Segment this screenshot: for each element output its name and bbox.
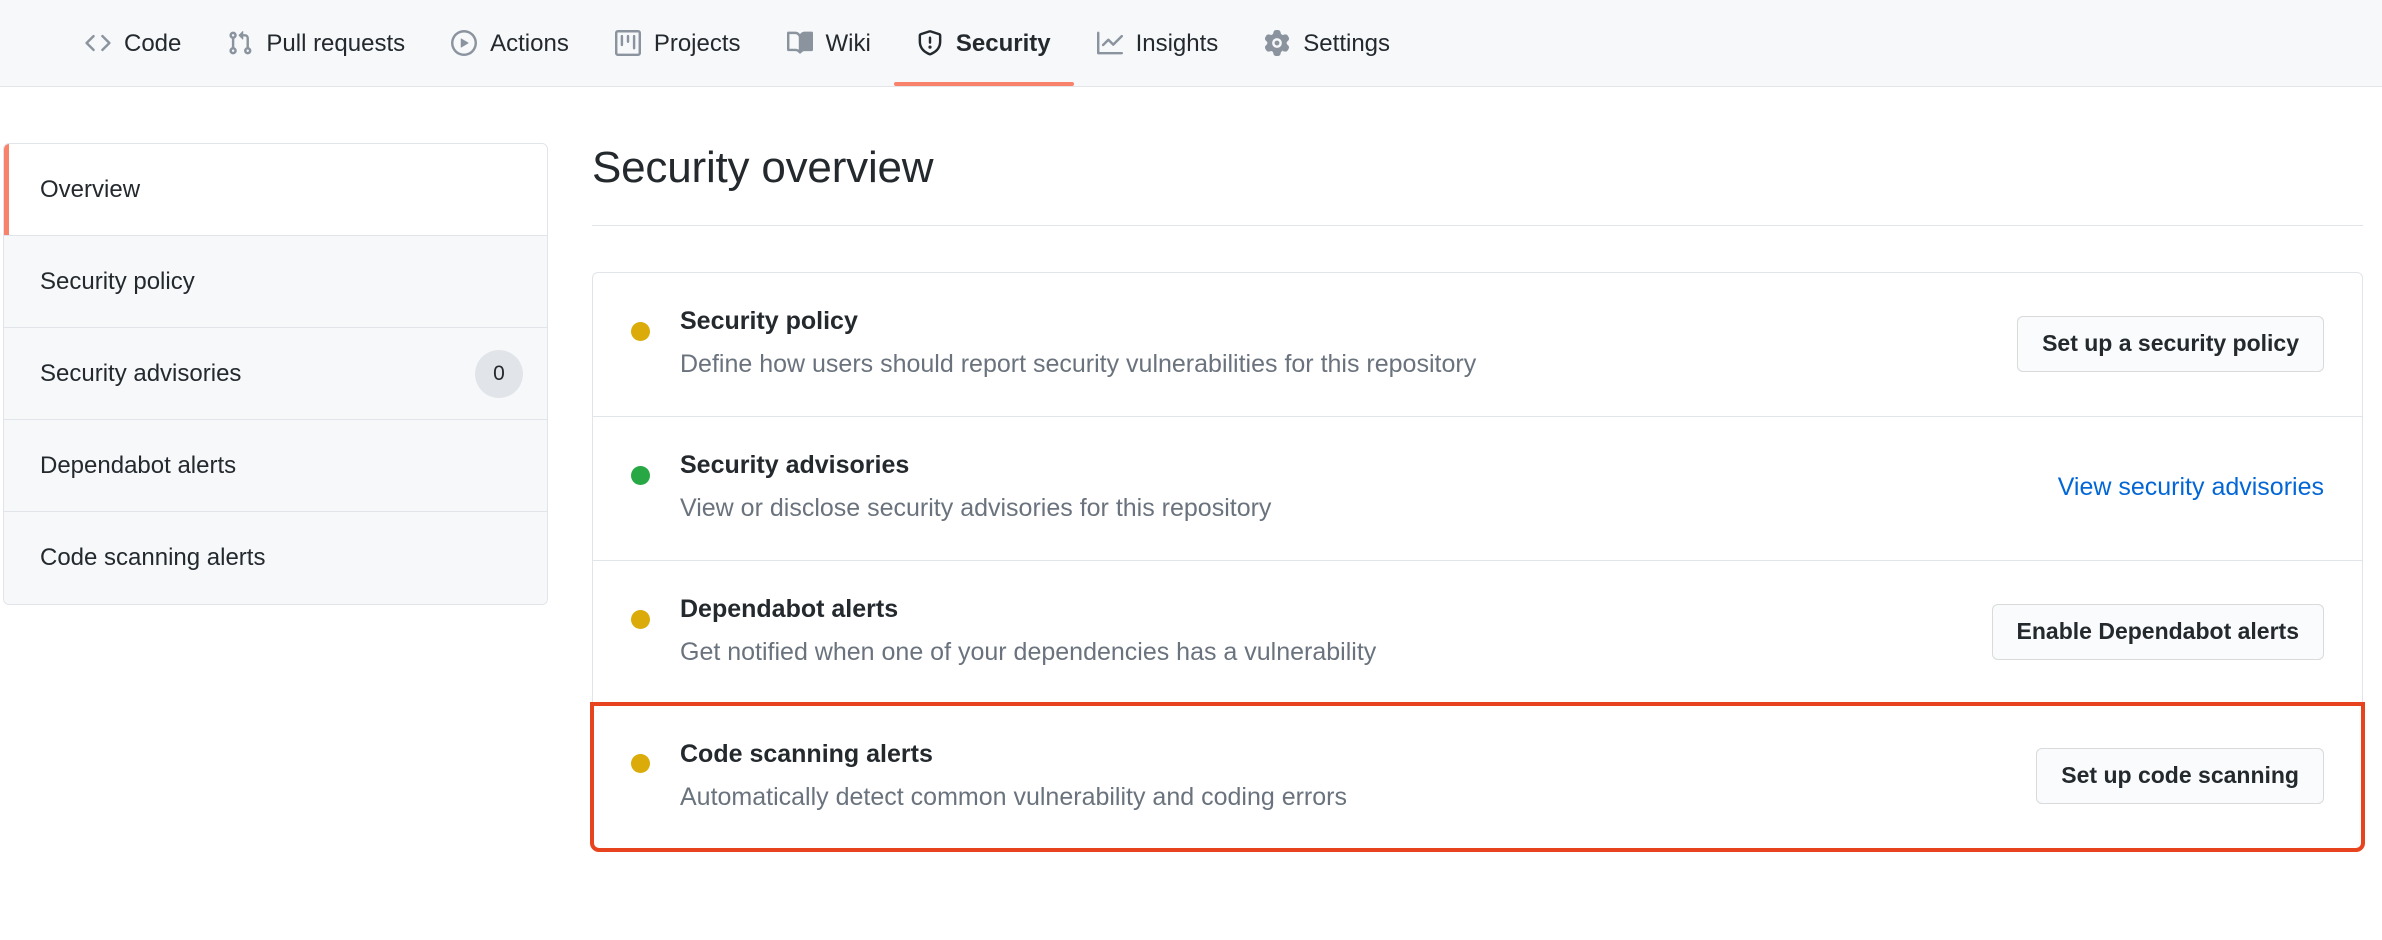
code-icon	[85, 30, 111, 56]
security-feature-row-security-advisories: Security advisories View or disclose sec…	[593, 417, 2362, 561]
status-dot	[631, 466, 650, 485]
sidebar-item-label: Dependabot alerts	[40, 451, 237, 479]
nav-item-settings[interactable]: Settings	[1241, 0, 1413, 86]
set-up-a-security-policy-button[interactable]: Set up a security policy	[2017, 315, 2324, 372]
nav-item-label: Pull requests	[266, 30, 406, 57]
nav-item-label: Projects	[653, 30, 741, 57]
feature-title: Security policy	[680, 307, 858, 336]
feature-text: Security advisories View or disclose sec…	[680, 449, 2022, 526]
page-body: Overview Security policy Security adviso…	[0, 87, 2382, 940]
nav-item-label: Code	[124, 30, 182, 57]
feature-text: Security policy Define how users should …	[680, 305, 1981, 382]
feature-action: Set up a security policy	[2017, 315, 2324, 372]
nav-item-projects[interactable]: Projects	[592, 0, 764, 86]
nav-item-pull-requests[interactable]: Pull requests	[204, 0, 428, 86]
sidebar-item-label: Security advisories	[40, 359, 242, 387]
status-dot	[631, 322, 650, 341]
status-dot	[631, 754, 650, 773]
nav-item-insights[interactable]: Insights	[1074, 0, 1242, 86]
gear-icon	[1264, 30, 1290, 56]
enable-dependabot-alerts-button[interactable]: Enable Dependabot alerts	[1991, 603, 2324, 660]
feature-action: Set up code scanning	[2036, 748, 2324, 804]
feature-action: View security advisories	[2058, 473, 2324, 502]
page-title: Security overview	[592, 143, 2363, 226]
feature-title: Security advisories	[680, 451, 910, 480]
project-board-icon	[614, 30, 641, 56]
security-feature-row-code-scanning-alerts: Code scanning alerts Automatically detec…	[590, 702, 2365, 852]
view-security-advisories-link[interactable]: View security advisories	[2058, 473, 2324, 502]
feature-text: Code scanning alerts Automatically detec…	[680, 738, 2000, 815]
nav-item-code[interactable]: Code	[62, 0, 204, 86]
git-pull-request-icon	[227, 30, 253, 56]
play-circle-icon	[451, 30, 478, 56]
repo-nav: Code Pull requests Actions Projects Wiki…	[0, 0, 2382, 87]
main-content: Security overview Security policy Define…	[590, 143, 2372, 940]
sidebar-item-label: Code scanning alerts	[40, 544, 266, 571]
feature-title: Code scanning alerts	[680, 739, 933, 768]
status-dot	[631, 610, 650, 629]
sidebar-item-overview[interactable]: Overview	[4, 144, 547, 236]
nav-item-actions[interactable]: Actions	[428, 0, 592, 86]
nav-item-label: Insights	[1135, 30, 1219, 57]
book-icon	[786, 30, 813, 56]
sidebar-item-label: Overview	[40, 175, 141, 203]
sidebar-item-code-scanning-alerts[interactable]: Code scanning alerts	[4, 512, 547, 604]
feature-description: Define how users should report security …	[680, 350, 1477, 378]
security-feature-list: Security policy Define how users should …	[590, 272, 2365, 852]
graph-icon	[1096, 30, 1123, 56]
feature-title: Dependabot alerts	[680, 595, 899, 624]
nav-item-label: Settings	[1303, 30, 1391, 57]
security-feature-row-security-policy: Security policy Define how users should …	[593, 273, 2362, 417]
nav-item-label: Wiki	[825, 30, 871, 57]
sidebar-item-label: Security policy	[40, 267, 195, 295]
sidebar-item-security-advisories[interactable]: Security advisories 0	[4, 328, 547, 420]
shield-alert-icon	[917, 30, 943, 56]
feature-description: Get notified when one of your dependenci…	[680, 638, 1377, 666]
feature-description: Automatically detect common vulnerabilit…	[680, 782, 1347, 811]
sidebar-item-badge-count: 0	[475, 349, 523, 398]
nav-item-wiki[interactable]: Wiki	[764, 0, 894, 86]
feature-text: Dependabot alerts Get notified when one …	[680, 593, 1956, 670]
feature-action: Enable Dependabot alerts	[1991, 603, 2324, 660]
sidebar-item-security-policy[interactable]: Security policy	[4, 236, 547, 328]
nav-item-label: Actions	[490, 30, 569, 57]
nav-item-security[interactable]: Security	[893, 0, 1074, 86]
feature-description: View or disclose security advisories for…	[680, 494, 1272, 522]
security-feature-row-dependabot-alerts: Dependabot alerts Get notified when one …	[593, 561, 2362, 705]
security-sidebar: Overview Security policy Security adviso…	[3, 143, 548, 605]
set-up-code-scanning-button[interactable]: Set up code scanning	[2036, 748, 2324, 804]
nav-item-label: Security	[955, 30, 1051, 57]
sidebar-item-dependabot-alerts[interactable]: Dependabot alerts	[4, 420, 547, 512]
